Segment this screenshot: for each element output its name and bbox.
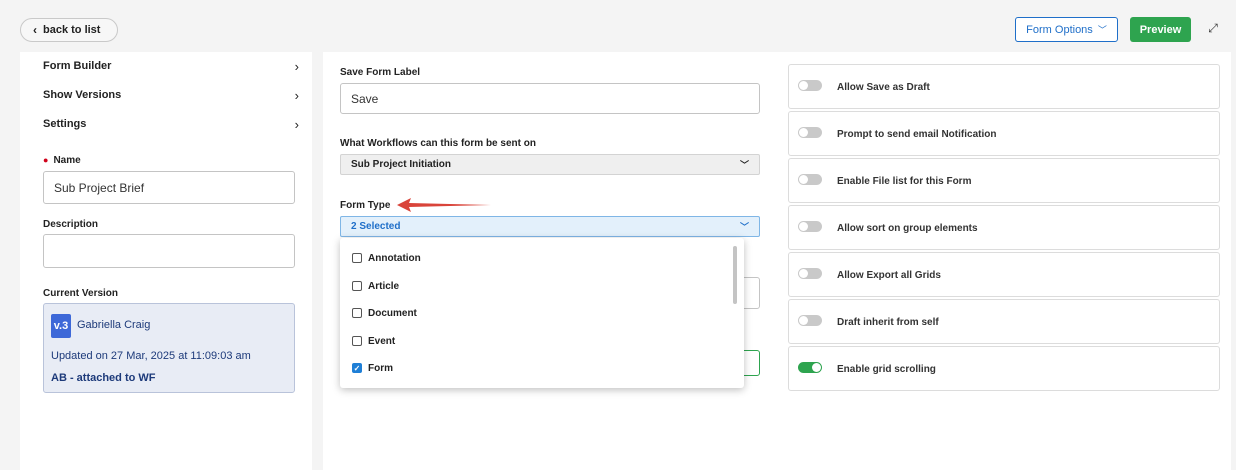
toggle-row-file-list: Enable File list for this Form — [788, 158, 1220, 203]
checkbox-icon[interactable] — [352, 253, 362, 263]
description-field[interactable] — [43, 234, 295, 268]
save-form-label-value: Save — [351, 91, 379, 106]
version-author: Gabriella Craig — [77, 319, 151, 331]
required-dot-icon: ● — [43, 155, 49, 165]
dropdown-option-annotation[interactable]: Annotation — [352, 251, 421, 265]
option-label: Form — [368, 362, 393, 374]
version-card: v.3 Gabriella Craig Updated on 27 Mar, 2… — [43, 303, 295, 393]
back-to-list-button[interactable]: ‹ back to list — [20, 18, 118, 42]
toggle-row-save-as-draft: Allow Save as Draft — [788, 64, 1220, 109]
nav-item-show-versions[interactable]: Show Versions › — [43, 86, 299, 104]
name-value: Sub Project Brief — [54, 180, 145, 195]
toggle-switch[interactable] — [798, 268, 822, 279]
toggle-label: Allow Save as Draft — [837, 82, 930, 93]
nav-item-settings[interactable]: Settings › — [43, 115, 299, 133]
option-label: Article — [368, 280, 400, 292]
checkbox-checked-icon[interactable]: ✓ — [352, 363, 362, 373]
toggle-row-sort-group: Allow sort on group elements — [788, 205, 1220, 250]
toggle-switch[interactable] — [798, 127, 822, 138]
chevron-right-icon: › — [294, 58, 299, 74]
nav-item-label: Show Versions — [43, 89, 122, 101]
preview-button[interactable]: Preview — [1130, 17, 1191, 42]
save-form-label-field[interactable]: Save — [340, 83, 760, 114]
toggle-label: Enable File list for this Form — [837, 176, 972, 187]
back-to-list-label: back to list — [43, 24, 101, 36]
name-field[interactable]: Sub Project Brief — [43, 171, 295, 204]
annotation-arrow-icon — [397, 198, 491, 212]
save-form-label-label: Save Form Label — [340, 67, 421, 78]
toggle-switch[interactable] — [798, 362, 822, 373]
checkbox-icon[interactable] — [352, 336, 362, 346]
option-label: Event — [368, 335, 396, 347]
workflows-label: What Workflows can this form be sent on — [340, 138, 536, 149]
checkbox-icon[interactable] — [352, 281, 362, 291]
toggle-row-draft-inherit: Draft inherit from self — [788, 299, 1220, 344]
toggle-switch[interactable] — [798, 80, 822, 91]
version-badge: v.3 — [51, 314, 71, 338]
toggle-row-export-grids: Allow Export all Grids — [788, 252, 1220, 297]
chevron-down-icon: ﹀ — [739, 160, 749, 170]
dropdown-option-article[interactable]: Article — [352, 279, 399, 293]
form-type-label: Form Type — [340, 200, 391, 211]
name-label: ● Name — [43, 155, 81, 166]
form-options-button[interactable]: Form Options ﹀ — [1015, 17, 1118, 42]
nav-item-label: Form Builder — [43, 60, 112, 72]
chevron-down-icon: ﹀ — [1097, 25, 1107, 35]
form-type-dropdown[interactable]: Annotation Article Document Event ✓ Form — [340, 238, 744, 388]
toggle-row-email-notification: Prompt to send email Notification — [788, 111, 1220, 156]
toggle-switch[interactable] — [798, 174, 822, 185]
expand-icon[interactable]: ⤢ — [1206, 21, 1220, 35]
toggle-label: Allow Export all Grids — [837, 270, 941, 281]
dropdown-option-event[interactable]: Event — [352, 334, 395, 348]
toggle-switch[interactable] — [798, 315, 822, 326]
preview-label: Preview — [1139, 23, 1182, 36]
form-options-label: Form Options — [1026, 23, 1093, 36]
toggle-row-grid-scrolling: Enable grid scrolling — [788, 346, 1220, 391]
option-label: Annotation — [368, 252, 421, 264]
checkbox-icon[interactable] — [352, 308, 362, 318]
toggle-label: Draft inherit from self — [837, 317, 939, 328]
workflows-select[interactable]: Sub Project Initiation ﹀ — [340, 154, 760, 175]
form-type-select[interactable]: 2 Selected ﹀ — [340, 216, 760, 237]
dropdown-scrollbar[interactable] — [733, 246, 737, 304]
dropdown-option-document[interactable]: Document — [352, 306, 417, 320]
option-label: Document — [368, 307, 417, 319]
workflows-value: Sub Project Initiation — [351, 159, 452, 170]
form-type-value: 2 Selected — [351, 221, 401, 232]
toggle-label: Prompt to send email Notification — [837, 129, 997, 140]
chevron-right-icon: › — [294, 87, 299, 103]
nav-item-label: Settings — [43, 118, 87, 130]
description-label: Description — [43, 219, 99, 230]
chevron-left-icon: ‹ — [33, 23, 37, 37]
toggle-switch[interactable] — [798, 221, 822, 232]
current-version-label: Current Version — [43, 288, 119, 299]
version-updated: Updated on 27 Mar, 2025 at 11:09:03 am — [51, 350, 251, 362]
chevron-down-icon: ﹀ — [739, 222, 749, 232]
toggle-label: Allow sort on group elements — [837, 223, 978, 234]
chevron-right-icon: › — [294, 116, 299, 132]
nav-item-form-builder[interactable]: Form Builder › — [43, 57, 299, 75]
toggle-label: Enable grid scrolling — [837, 364, 936, 375]
dropdown-option-form[interactable]: ✓ Form — [352, 361, 393, 375]
version-attached: AB - attached to WF — [51, 372, 156, 384]
